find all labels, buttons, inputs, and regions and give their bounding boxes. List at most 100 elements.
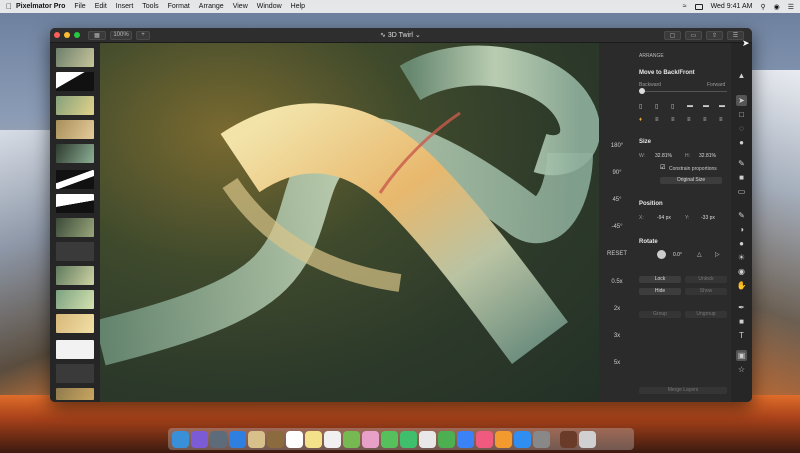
align-left-icon[interactable]: ▬ xyxy=(687,103,693,109)
lock-button[interactable]: Lock xyxy=(639,276,681,283)
align-bottom-icon[interactable]: ▯ xyxy=(671,103,674,110)
sphere-tool-icon[interactable]: ● xyxy=(736,238,747,249)
clock[interactable]: Wed 9:41 AM xyxy=(711,3,753,10)
eraser-tool-icon[interactable]: ▭ xyxy=(736,186,747,197)
distribute-horizontal-icon[interactable]: ≡ xyxy=(655,117,659,123)
menu-insert[interactable]: Insert xyxy=(116,3,134,10)
close-button[interactable] xyxy=(54,32,60,38)
add-layer-button[interactable]: + xyxy=(136,30,150,40)
menu-view[interactable]: View xyxy=(233,3,248,10)
numbers-icon[interactable] xyxy=(438,430,455,448)
contacts-icon[interactable] xyxy=(267,430,284,448)
share-button[interactable]: ⇧ xyxy=(706,30,723,40)
sidebar-toggle-button[interactable]: ▦ xyxy=(88,30,106,40)
merge-layers-button[interactable]: Merge Layers xyxy=(639,387,727,394)
crop-tool-button[interactable]: ▢ xyxy=(664,30,681,40)
menu-window[interactable]: Window xyxy=(257,3,282,10)
app-menu[interactable]: Pixelmator Pro xyxy=(16,3,65,10)
distribute-icon[interactable]: ♦ xyxy=(639,117,642,123)
align-center-icon[interactable]: ▬ xyxy=(703,103,709,109)
align-edge-left-icon[interactable]: ≡ xyxy=(687,117,691,123)
format-button[interactable]: ▭ xyxy=(685,30,702,40)
pen-tool-icon[interactable]: ✒ xyxy=(736,302,747,313)
rotate-45-button[interactable]: 45° xyxy=(599,197,635,203)
y-position-field[interactable]: -33 px xyxy=(701,215,715,221)
layer-thumbnail[interactable] xyxy=(56,218,94,237)
x-position-field[interactable]: -94 px xyxy=(657,215,671,221)
align-edge-center-icon[interactable]: ≡ xyxy=(703,117,707,123)
safari-icon[interactable] xyxy=(229,430,246,448)
calendar-icon[interactable] xyxy=(286,430,303,448)
keynote-icon[interactable] xyxy=(457,430,474,448)
zoom-button[interactable] xyxy=(74,32,80,38)
position-section-title[interactable]: Position xyxy=(639,201,663,207)
hand-tool-icon[interactable]: ✋ xyxy=(736,280,747,291)
battery-icon[interactable] xyxy=(694,3,703,10)
flip-horizontal-icon[interactable]: ▷ xyxy=(715,251,720,258)
app-store-icon[interactable] xyxy=(514,430,531,448)
layer-thumbnail[interactable] xyxy=(56,266,94,285)
minimize-button[interactable] xyxy=(64,32,70,38)
sun-tool-icon[interactable]: ☀ xyxy=(736,252,747,263)
flip-vertical-icon[interactable]: △ xyxy=(697,251,702,258)
color-adjust-tool-icon[interactable]: ● xyxy=(736,137,747,148)
rotate-section-title[interactable]: Rotate xyxy=(639,239,658,245)
fill-tool-icon[interactable]: ■ xyxy=(736,172,747,183)
layer-thumbnail[interactable] xyxy=(56,72,94,91)
system-preferences-icon[interactable] xyxy=(533,430,550,448)
pages-icon[interactable] xyxy=(419,430,436,448)
selection-tool-icon[interactable]: ◌ xyxy=(736,123,747,134)
scale-2x-button[interactable]: 2x xyxy=(599,306,635,312)
blur-tool-icon[interactable]: ◉ xyxy=(736,266,747,277)
books-icon[interactable] xyxy=(495,430,512,448)
rotate-minus-45-button[interactable]: -45° xyxy=(599,224,635,230)
align-edge-right-icon[interactable]: ≡ xyxy=(719,117,723,123)
layer-thumbnail[interactable] xyxy=(56,48,94,67)
siri-icon[interactable]: ◉ xyxy=(774,3,780,11)
constrain-checkbox[interactable]: ☑ xyxy=(660,164,665,171)
apple-menu-icon[interactable]:  xyxy=(6,2,16,11)
wifi-icon[interactable]: ≈ xyxy=(683,3,687,10)
height-field[interactable]: 32.81% xyxy=(699,153,716,159)
original-size-button[interactable]: Original Size xyxy=(660,177,722,184)
layer-thumbnail[interactable] xyxy=(56,194,94,213)
menu-file[interactable]: File xyxy=(74,3,85,10)
layer-thumbnail[interactable] xyxy=(56,144,94,163)
notes-icon[interactable] xyxy=(305,430,322,448)
favorites-tool-icon[interactable]: ☆ xyxy=(736,364,747,375)
width-field[interactable]: 32.81% xyxy=(655,153,672,159)
group-button[interactable]: Group xyxy=(639,311,681,318)
layer-style-tool-icon[interactable]: ▣ xyxy=(736,350,747,361)
menu-format[interactable]: Format xyxy=(168,3,190,10)
arrange-tool-icon[interactable]: ▲ xyxy=(736,70,747,81)
unlock-button[interactable]: Unlock xyxy=(685,276,727,283)
pointer-tool-icon[interactable]: ➤ xyxy=(736,95,747,106)
scale-3x-button[interactable]: 3x xyxy=(599,333,635,339)
rotate-reset-button[interactable]: RESET xyxy=(599,251,635,257)
paint-tool-icon[interactable]: ✎ xyxy=(736,210,747,221)
mail-icon[interactable] xyxy=(248,430,265,448)
pixelmator-dock-icon[interactable] xyxy=(560,430,577,448)
layer-thumbnail[interactable] xyxy=(56,170,94,189)
text-tool-icon[interactable]: T xyxy=(736,330,747,341)
rotate-90-button[interactable]: 90° xyxy=(599,170,635,176)
siri-dock-icon[interactable] xyxy=(191,430,208,448)
layer-thumbnail[interactable] xyxy=(56,314,94,333)
finder-icon[interactable] xyxy=(172,430,189,448)
align-middle-icon[interactable]: ▯ xyxy=(655,103,658,110)
size-section-title[interactable]: Size xyxy=(639,139,651,145)
music-icon[interactable] xyxy=(476,430,493,448)
shape-tool-icon[interactable]: ■ xyxy=(736,316,747,327)
distribute-vertical-icon[interactable]: ≡ xyxy=(671,117,675,123)
layer-thumbnail[interactable] xyxy=(56,242,94,261)
zoom-select[interactable]: 100% xyxy=(110,30,132,40)
layer-thumbnail[interactable] xyxy=(56,96,94,115)
move-slider-track[interactable] xyxy=(639,91,727,92)
spotlight-icon[interactable]: ⚲ xyxy=(760,3,765,11)
messages-icon[interactable] xyxy=(381,430,398,448)
align-top-icon[interactable]: ▯ xyxy=(639,103,642,110)
menu-arrange[interactable]: Arrange xyxy=(199,3,224,10)
rotate-field[interactable]: 0.0° xyxy=(673,252,682,258)
facetime-icon[interactable] xyxy=(400,430,417,448)
rotate-180-button[interactable]: 180° xyxy=(599,143,635,149)
